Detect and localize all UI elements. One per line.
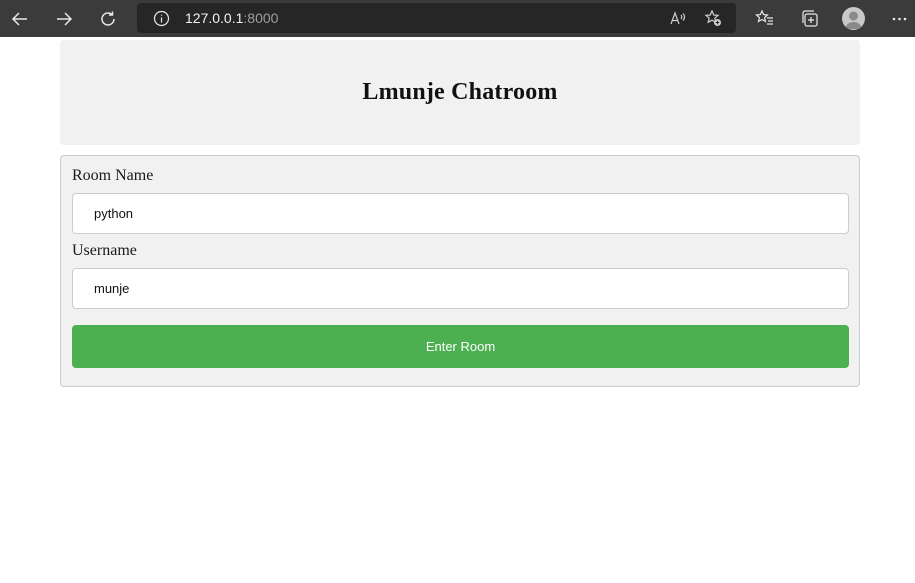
address-host: 127.0.0.1 [185, 10, 244, 26]
read-aloud-icon[interactable] [668, 9, 687, 28]
room-form: Room Name Username Enter Room [60, 155, 860, 387]
more-options-icon [892, 17, 906, 21]
refresh-button[interactable] [88, 0, 128, 37]
more-options-button[interactable] [881, 0, 915, 37]
refresh-icon [101, 11, 115, 26]
forward-arrow-icon [57, 11, 73, 26]
enter-room-button[interactable]: Enter Room [72, 325, 849, 368]
add-favorite-icon[interactable] [704, 9, 723, 28]
address-bar[interactable]: 127.0.0.1:8000 [137, 3, 736, 33]
info-icon[interactable] [153, 10, 170, 27]
collections-icon [801, 10, 818, 27]
address-port: :8000 [243, 10, 279, 26]
forward-button[interactable] [44, 0, 84, 37]
page-header: Lmunje Chatroom [60, 40, 860, 145]
favorites-button[interactable] [746, 0, 782, 37]
back-button[interactable] [0, 0, 40, 37]
favorites-icon [754, 9, 773, 25]
profile-avatar-icon[interactable] [842, 7, 865, 30]
room-name-input[interactable] [72, 193, 849, 234]
room-name-label: Room Name [72, 167, 154, 184]
username-label: Username [72, 242, 137, 259]
back-arrow-icon [11, 11, 27, 26]
address-url[interactable]: 127.0.0.1:8000 [185, 3, 278, 33]
page-title: Lmunje Chatroom [362, 79, 558, 105]
collections-button[interactable] [791, 0, 827, 37]
browser-toolbar: 127.0.0.1:8000 [0, 0, 915, 37]
username-input[interactable] [72, 268, 849, 309]
